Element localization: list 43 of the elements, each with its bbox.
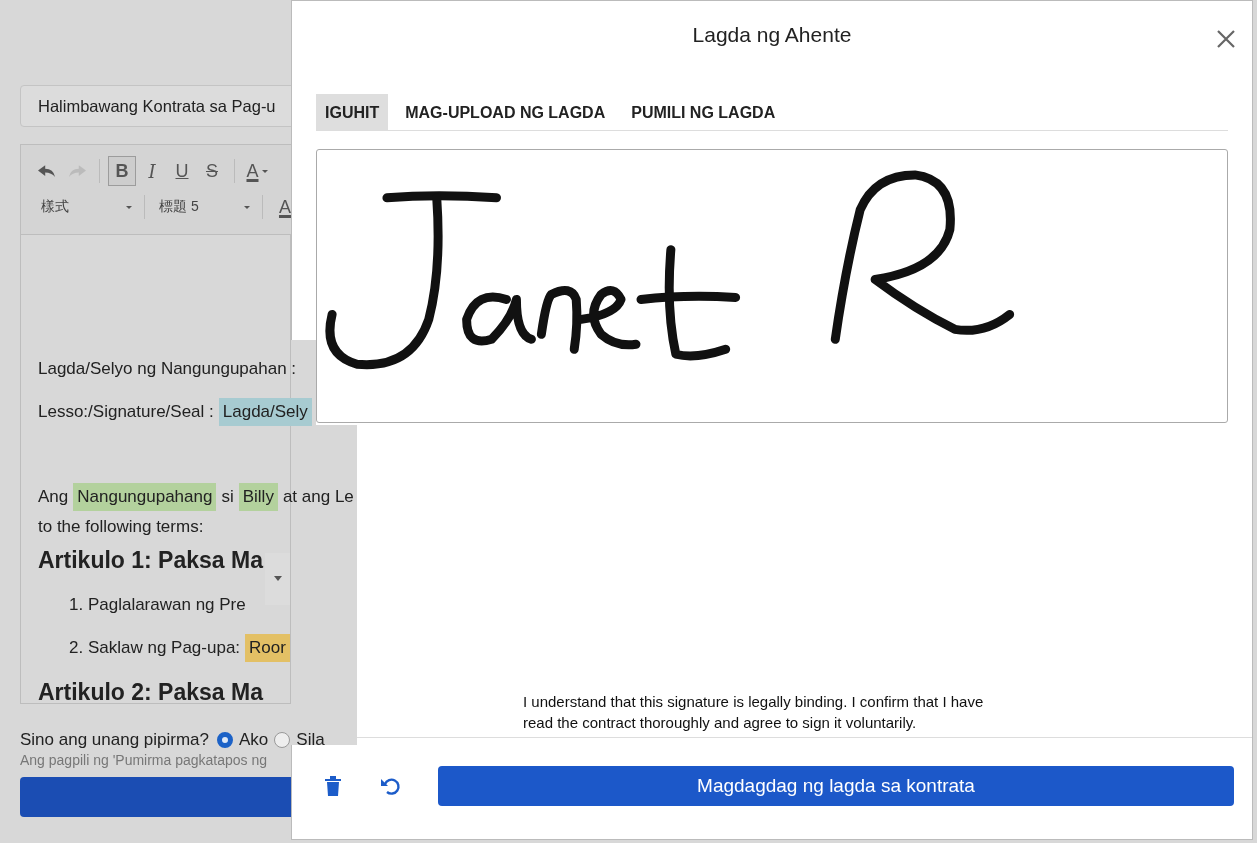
disclaimer-text: I understand that this signature is legally binding. I confirm that I have read the contract thoroughly and agree to sign it voluntarily. (523, 692, 985, 733)
close-button[interactable] (1216, 29, 1236, 49)
tab[interactable]: IGUHIT (316, 94, 389, 130)
caret-icon (126, 205, 132, 209)
section-heading: Artikulo 1: Paksa Ma (38, 546, 263, 575)
placeholder-tag[interactable]: Roor (245, 633, 290, 662)
caret-icon (244, 205, 250, 209)
italic-button[interactable]: I (138, 156, 166, 186)
body-text: si (221, 487, 234, 507)
question-label: Sino ang unang pipirma? (20, 730, 210, 750)
body-text: to the following terms: (38, 517, 204, 537)
body-text: Lesso:/Signature/Seal : (38, 401, 214, 422)
hint-text: Ang pagpili ng 'Pumirma pagkatapos ng (20, 752, 269, 768)
caret-icon (272, 576, 283, 582)
tab[interactable]: PUMILI NG LAGDA (622, 94, 785, 130)
style-dropdown[interactable]: 標題 5 (153, 193, 254, 221)
delete-button[interactable] (322, 773, 344, 798)
radio-button[interactable] (274, 732, 291, 748)
placeholder-tag[interactable]: Lagda/Sely (218, 397, 312, 426)
style-dropdown[interactable]: 樣式 (33, 193, 136, 221)
caret-icon (261, 169, 268, 173)
submit-button[interactable]: Magdagdag ng lagda sa kontrata (438, 765, 1234, 806)
body-text: at ang Le (282, 487, 354, 507)
body-text: Ang (38, 487, 69, 507)
redo-icon (68, 164, 86, 178)
placeholder-tag[interactable]: Nangungupahang (73, 483, 217, 511)
body-text: Lagda/Selyo ng Nangungupahan : (38, 358, 297, 379)
dialog-title: Lagda ng Ahente (692, 23, 852, 46)
strike-button[interactable]: S (198, 156, 226, 186)
bold-button[interactable]: B (108, 156, 136, 186)
placeholder-tag[interactable]: Billy (238, 483, 278, 511)
radio-label[interactable]: Ako (239, 730, 269, 750)
font-color-button[interactable]: A (243, 156, 271, 186)
trash-icon (323, 774, 343, 797)
list-item-text: 1. Paglalarawan ng Pre (69, 594, 246, 615)
list-item-text: 2. Saklaw ng Pag-upa: (69, 637, 241, 658)
radio-button[interactable] (217, 732, 234, 748)
underline-button[interactable]: U (168, 156, 196, 186)
undo-icon (38, 164, 56, 178)
section-heading: Artikulo 2: Paksa Ma (38, 678, 263, 707)
close-icon (1216, 29, 1236, 49)
signature-pad[interactable] (316, 149, 1228, 423)
dropdown-toggle[interactable] (265, 553, 290, 605)
